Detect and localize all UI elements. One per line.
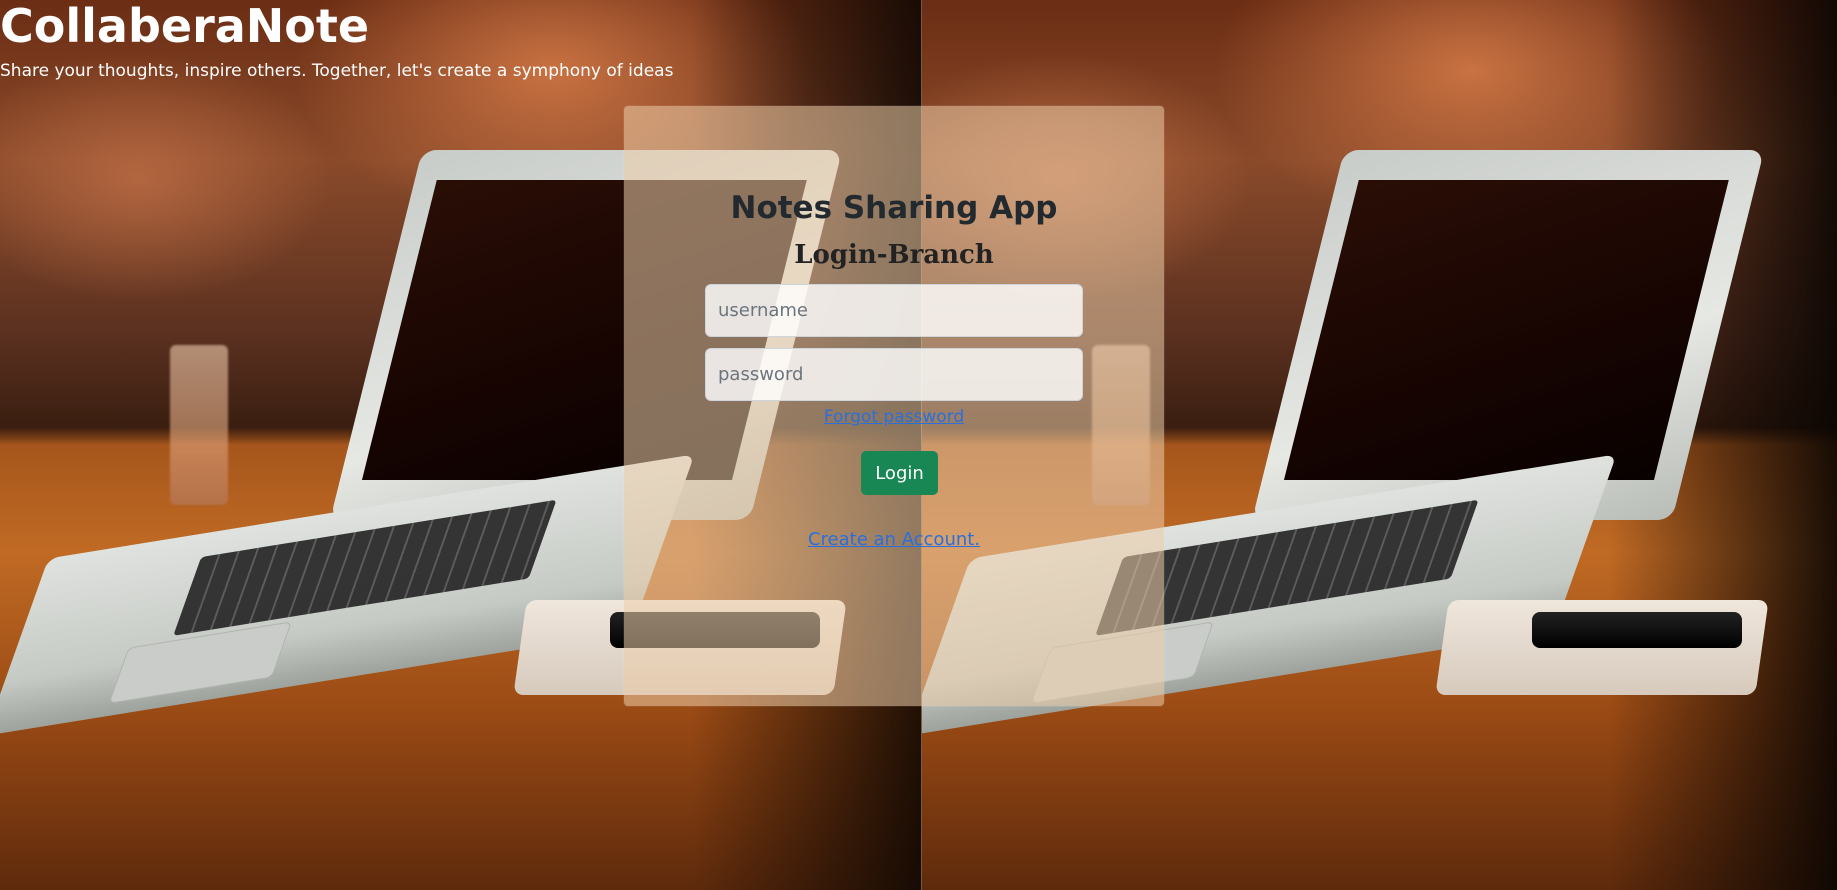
login-button[interactable]: Login xyxy=(861,451,938,495)
glass-image xyxy=(170,345,228,505)
brand-title: CollaberaNote xyxy=(0,0,370,53)
login-page: CollaberaNote Share your thoughts, inspi… xyxy=(0,0,1837,890)
phone-image xyxy=(1532,612,1742,648)
login-subtitle: Login-Branch xyxy=(794,240,994,270)
create-account-link[interactable]: Create an Account. xyxy=(624,529,1164,550)
password-input[interactable] xyxy=(705,348,1083,401)
username-input[interactable] xyxy=(705,284,1083,337)
login-card: Notes Sharing App Login-Branch Forgot pa… xyxy=(624,106,1164,706)
app-title: Notes Sharing App xyxy=(730,190,1058,226)
forgot-password-link[interactable]: Forgot password xyxy=(624,407,1164,427)
brand-tagline: Share your thoughts, inspire others. Tog… xyxy=(0,61,674,81)
